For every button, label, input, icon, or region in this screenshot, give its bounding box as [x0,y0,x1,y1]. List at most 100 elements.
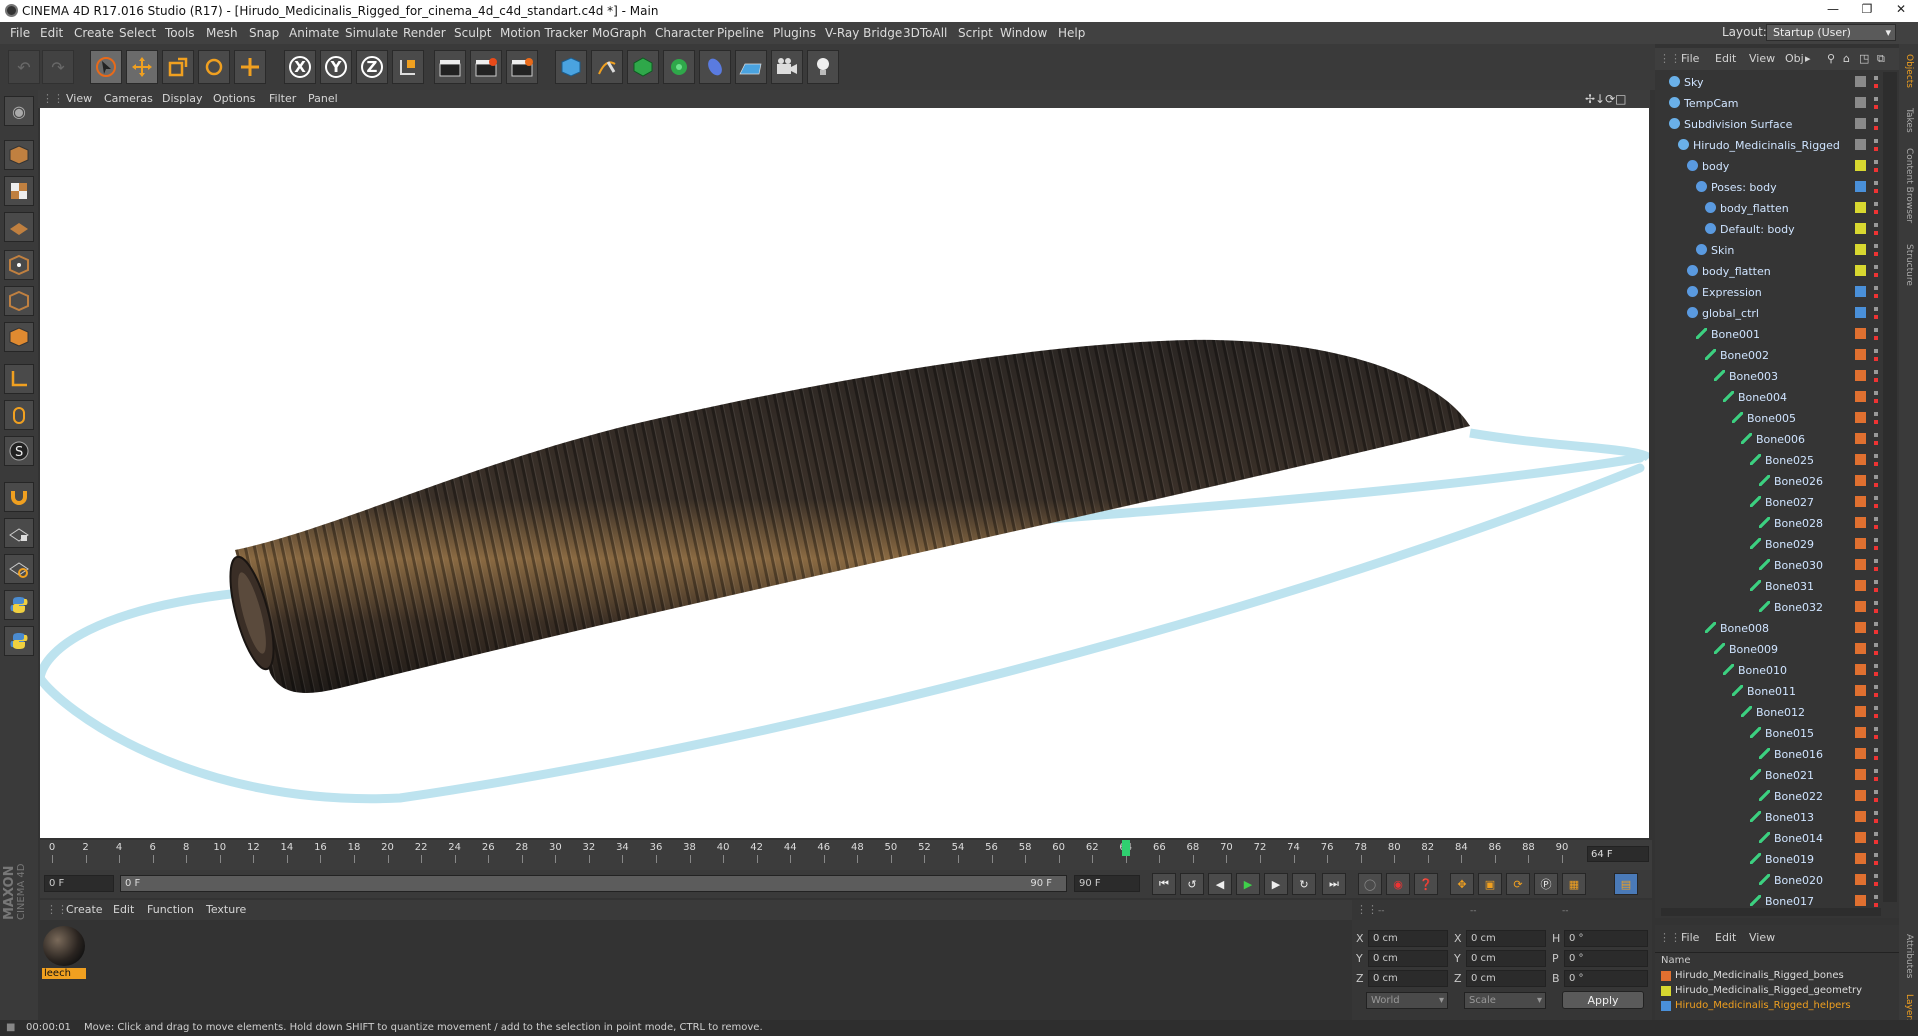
texture-mode-button[interactable] [4,176,34,206]
menu-script[interactable]: Script [958,26,993,40]
object-row[interactable]: Bone017 [1655,891,1885,907]
menu-snap[interactable]: Snap [249,26,279,40]
menu-help[interactable]: Help [1058,26,1085,40]
viewport-menu-cameras[interactable]: Cameras [104,92,153,105]
object-row[interactable]: Bone027 [1655,492,1885,512]
light-button[interactable] [807,50,839,84]
visibility-dots-icon[interactable] [1874,475,1878,487]
object-row[interactable]: Bone004 [1655,387,1885,407]
layout-dropdown[interactable]: Startup (User) ▾ [1766,24,1896,41]
python-console-button[interactable] [4,626,34,656]
material-menu-function[interactable]: Function [147,903,194,916]
z-axis-lock-button[interactable]: Z [356,50,388,84]
visibility-dots-icon[interactable] [1874,727,1878,739]
viewport-menu-view[interactable]: View [66,92,92,105]
visibility-dots-icon[interactable] [1874,664,1878,676]
viewport-menu-panel[interactable]: Panel [308,92,338,105]
timeline-ruler[interactable]: 0 2 4 6 8 10 12 14 16 18 20 22 24 26 28 30 32 34 36 38 40 42 4… [40,840,1652,870]
world-dropdown[interactable]: World ▾ [1366,992,1448,1009]
layer-color-swatch[interactable] [1855,895,1866,906]
start-frame-field[interactable]: 0 F [44,875,114,892]
layer-color-swatch[interactable] [1855,580,1866,591]
layer-color-swatch[interactable] [1855,832,1866,843]
object-row[interactable]: Bone006 [1655,429,1885,449]
visibility-dots-icon[interactable] [1874,706,1878,718]
tweak-mode-button[interactable] [4,400,34,430]
object-row[interactable]: Default: body [1655,219,1885,239]
render-to-picture-viewer-button[interactable] [470,50,502,84]
visibility-dots-icon[interactable] [1874,538,1878,550]
floor-button[interactable] [735,50,767,84]
object-row[interactable]: Bone020 [1655,870,1885,890]
visibility-dots-icon[interactable] [1874,580,1878,592]
object-row[interactable]: Bone021 [1655,765,1885,785]
object-row[interactable]: Subdivision Surface [1655,114,1885,134]
magnet-tool-button[interactable] [4,482,34,512]
coordinate-system-button[interactable] [392,50,424,84]
layer-color-swatch[interactable] [1855,622,1866,633]
visibility-dots-icon[interactable] [1874,202,1878,214]
preview-range-slider[interactable]: 0 F 90 F [120,875,1067,892]
layer-color-swatch[interactable] [1855,517,1866,528]
object-row[interactable]: Bone029 [1655,534,1885,554]
material-menu-edit[interactable]: Edit [113,903,134,916]
object-row[interactable]: body [1655,156,1885,176]
layer-color-swatch[interactable] [1855,202,1866,213]
object-row[interactable]: Poses: body [1655,177,1885,197]
maximize-button[interactable]: ❐ [1852,2,1882,20]
object-row[interactable]: Bone011 [1655,681,1885,701]
polygons-mode-button[interactable] [4,322,34,352]
next-key-button[interactable]: ↻ [1292,873,1316,895]
rotate-tool-button[interactable] [198,50,230,84]
viewport-menu-options[interactable]: Options [213,92,255,105]
layer-color-swatch[interactable] [1855,433,1866,444]
camera-button[interactable] [771,50,803,84]
object-row[interactable]: Bone008 [1655,618,1885,638]
redo-button[interactable]: ↷ [42,50,74,84]
visibility-dots-icon[interactable] [1874,391,1878,403]
object-row[interactable]: Bone002 [1655,345,1885,365]
layer-color-swatch[interactable] [1855,811,1866,822]
play-button[interactable]: ▶ [1236,873,1260,895]
visibility-dots-icon[interactable] [1874,139,1878,151]
menu-mesh[interactable]: Mesh [206,26,238,40]
layer-color-swatch[interactable] [1855,118,1866,129]
visibility-dots-icon[interactable] [1874,76,1878,88]
enable-axis-button[interactable] [4,364,34,394]
visibility-dots-icon[interactable] [1874,622,1878,634]
object-row[interactable]: Bone005 [1655,408,1885,428]
object-row[interactable]: Bone019 [1655,849,1885,869]
menu-create[interactable]: Create [74,26,114,40]
layer-color-swatch[interactable] [1855,391,1866,402]
make-editable-button[interactable]: ◉ [4,96,34,126]
scale-tool-button[interactable] [162,50,194,84]
object-row[interactable]: Expression [1655,282,1885,302]
rotation-h-field[interactable]: 0 ° [1564,930,1648,947]
object-row[interactable]: TempCam [1655,93,1885,113]
search-icon[interactable]: ⚲ [1827,52,1835,65]
render-view-button[interactable] [434,50,466,84]
rotation-p-field[interactable]: 0 ° [1564,950,1648,967]
menu-file[interactable]: File [10,26,30,40]
visibility-dots-icon[interactable] [1874,307,1878,319]
grid-snap-button[interactable] [4,554,34,584]
visibility-dots-icon[interactable] [1874,181,1878,193]
add-cube-button[interactable] [555,50,587,84]
object-row[interactable]: Bone010 [1655,660,1885,680]
visibility-dots-icon[interactable] [1874,454,1878,466]
layer-color-swatch[interactable] [1855,454,1866,465]
layer-color-swatch[interactable] [1855,370,1866,381]
visibility-dots-icon[interactable] [1874,601,1878,613]
object-row[interactable]: Bone015 [1655,723,1885,743]
layer-color-swatch[interactable] [1855,748,1866,759]
object-row[interactable]: Bone009 [1655,639,1885,659]
key-scale-button[interactable]: ▣ [1478,873,1502,895]
layer-color-swatch[interactable] [1855,874,1866,885]
object-row[interactable]: body_flatten [1655,261,1885,281]
layer-color-swatch[interactable] [1855,790,1866,801]
object-row[interactable]: Bone001 [1655,324,1885,344]
layer-color-swatch[interactable] [1855,601,1866,612]
current-frame-field[interactable]: 64 F [1587,846,1649,862]
layer-color-swatch[interactable] [1855,496,1866,507]
move-tool-button[interactable] [126,50,158,84]
